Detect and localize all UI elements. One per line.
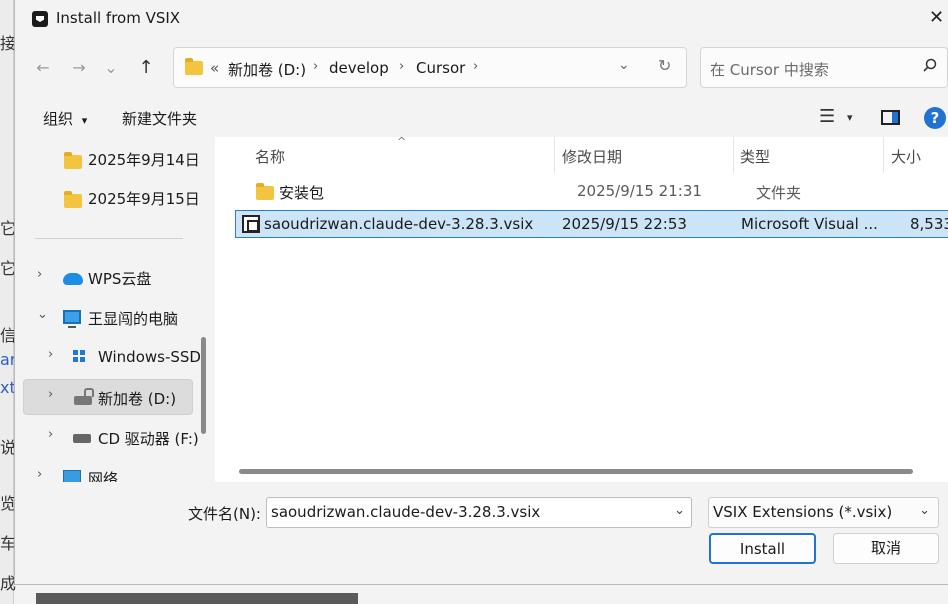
expand-chevron-icon[interactable]: › [37,467,42,482]
dialog-title: Install from VSIX [56,9,181,27]
folder-icon [185,58,203,75]
chevron-down-icon[interactable]: ⌄ [919,503,930,518]
nav-item-label: 新加卷 (D:) [98,390,177,408]
nav-item-drive-d[interactable]: › 新加卷 (D:) [23,379,193,415]
nav-pane-scrollbar[interactable] [201,337,206,434]
nav-divider [35,238,183,239]
column-header-size[interactable]: 大小 [891,146,921,167]
breadcrumb-drive[interactable]: 新加卷 (D:) [228,59,306,80]
network-icon [63,470,81,482]
cancel-button[interactable]: 取消 [833,533,939,564]
nav-item-folder-0915[interactable]: 2025年9月15日 [15,180,200,216]
file-name: saoudrizwan.claude-dev-3.28.3.vsix [264,215,534,233]
forward-arrow-icon[interactable]: → [68,56,90,80]
nav-item-this-pc[interactable]: ⌄ 王显闯的电脑 [15,300,195,336]
breadcrumb-overflow[interactable]: « [210,59,219,77]
install-vsix-dialog: Install from VSIX ✕ ← → ⌄ ↑ « 新加卷 (D:) ›… [14,0,948,585]
sort-ascending-icon: ^ [397,135,407,148]
preview-pane-icon[interactable] [881,110,900,125]
expand-chevron-icon[interactable]: › [48,347,53,362]
help-icon[interactable]: ? [924,107,946,129]
expand-chevron-icon[interactable]: › [48,427,53,442]
file-name: 安装包 [279,184,325,202]
filename-field[interactable]: saoudrizwan.claude-dev-3.28.3.vsix [271,503,540,521]
address-bar[interactable]: « 新加卷 (D:) › develop › Cursor › ⌄ ↻ [173,47,687,88]
nav-item-wps-cloud[interactable]: › WPS云盘 [15,260,195,296]
column-header-modified[interactable]: 修改日期 [562,146,622,167]
install-button[interactable]: Install [709,533,816,564]
back-arrow-icon[interactable]: ← [32,56,54,80]
folder-icon [64,191,82,208]
column-divider[interactable] [733,137,734,173]
view-chevron-down-icon[interactable]: ▾ [847,111,853,124]
file-size: 8,533 [910,215,948,233]
new-folder-button[interactable]: 新建文件夹 [122,108,197,129]
address-history-chevron-icon[interactable]: ⌄ [618,57,630,73]
chevron-down-icon: ▾ [81,114,88,127]
file-type-select[interactable]: VSIX Extensions (*.vsix) ⌄ [708,497,939,528]
nav-item-label: 2025年9月15日 [88,190,200,208]
breadcrumb-separator-icon[interactable]: › [313,59,318,74]
breadcrumb-cursor[interactable]: Cursor [416,59,465,77]
collapse-chevron-icon[interactable]: ⌄ [37,307,48,322]
nav-item-network[interactable]: › 网络 [15,460,195,482]
nav-item-windows-ssd[interactable]: › Windows-SSD [15,340,201,376]
computer-icon [63,310,81,328]
expand-chevron-icon[interactable]: › [48,387,53,402]
refresh-icon[interactable]: ↻ [658,56,671,75]
title-bar: Install from VSIX ✕ [15,0,948,38]
cursor-app-icon [32,11,48,27]
filename-combobox[interactable]: saoudrizwan.claude-dev-3.28.3.vsix ⌄ [266,497,692,528]
nav-item-cd-drive[interactable]: › CD 驱动器 (F:) [15,420,199,456]
view-list-icon[interactable]: ☰ [819,106,835,127]
nav-item-label: 网络 [88,470,119,482]
column-divider[interactable] [554,137,555,173]
filename-label: 文件名(N): [188,505,261,523]
column-header-type[interactable]: 类型 [740,146,770,167]
file-type: Microsoft Visual ... [741,215,878,233]
search-icon[interactable] [923,58,937,76]
chevron-down-icon[interactable]: ⌄ [674,503,685,518]
close-button[interactable]: ✕ [929,0,948,38]
expand-chevron-icon[interactable]: › [37,267,42,282]
file-type-value: VSIX Extensions (*.vsix) [713,503,893,521]
breadcrumb-separator-icon[interactable]: › [473,59,478,74]
file-modified: 2025/9/15 21:31 [577,182,702,200]
recent-locations-chevron-icon[interactable]: ⌄ [100,56,122,80]
file-list[interactable]: ^ 名称 修改日期 类型 大小 安装包 2025/9/15 21:31 文件夹 … [215,135,948,482]
windows-drive-icon [73,350,85,362]
search-input[interactable]: 在 Cursor 中搜索 [710,59,829,80]
file-row-folder[interactable]: 安装包 2025/9/15 21:31 文件夹 [235,178,948,206]
nav-item-label: WPS云盘 [88,270,152,288]
up-arrow-icon[interactable]: ↑ [135,56,157,80]
nav-item-label: 王显闯的电脑 [88,310,179,328]
breadcrumb-separator-icon[interactable]: › [399,59,404,74]
drive-icon [74,388,94,405]
organize-label: 组织 [43,110,74,128]
organize-menu-button[interactable]: 组织 ▾ [43,108,87,129]
nav-item-label: CD 驱动器 (F:) [98,430,199,448]
column-header-name[interactable]: 名称 [255,146,285,167]
breadcrumb-develop[interactable]: develop [329,59,389,77]
column-divider[interactable] [883,137,884,173]
horizontal-scrollbar[interactable] [239,469,913,474]
search-box[interactable]: 在 Cursor 中搜索 [700,47,948,88]
cloud-icon [63,273,83,285]
nav-item-label: 2025年9月14日 [88,151,200,169]
cd-drive-icon [73,434,91,443]
vsix-file-icon [242,215,260,233]
folder-icon [256,183,274,200]
file-row-vsix[interactable]: saoudrizwan.claude-dev-3.28.3.vsix 2025/… [235,210,948,238]
folder-icon [64,152,82,169]
background-taskbar-item [36,593,358,604]
nav-item-label: Windows-SSD [98,348,201,366]
file-type: 文件夹 [756,184,802,202]
file-modified: 2025/9/15 22:53 [562,215,687,233]
nav-item-folder-0914[interactable]: 2025年9月14日 [15,141,200,177]
navigation-pane[interactable]: 2025年9月14日 2025年9月15日 › WPS云盘 ⌄ 王显闯的电脑 ›… [15,137,215,482]
